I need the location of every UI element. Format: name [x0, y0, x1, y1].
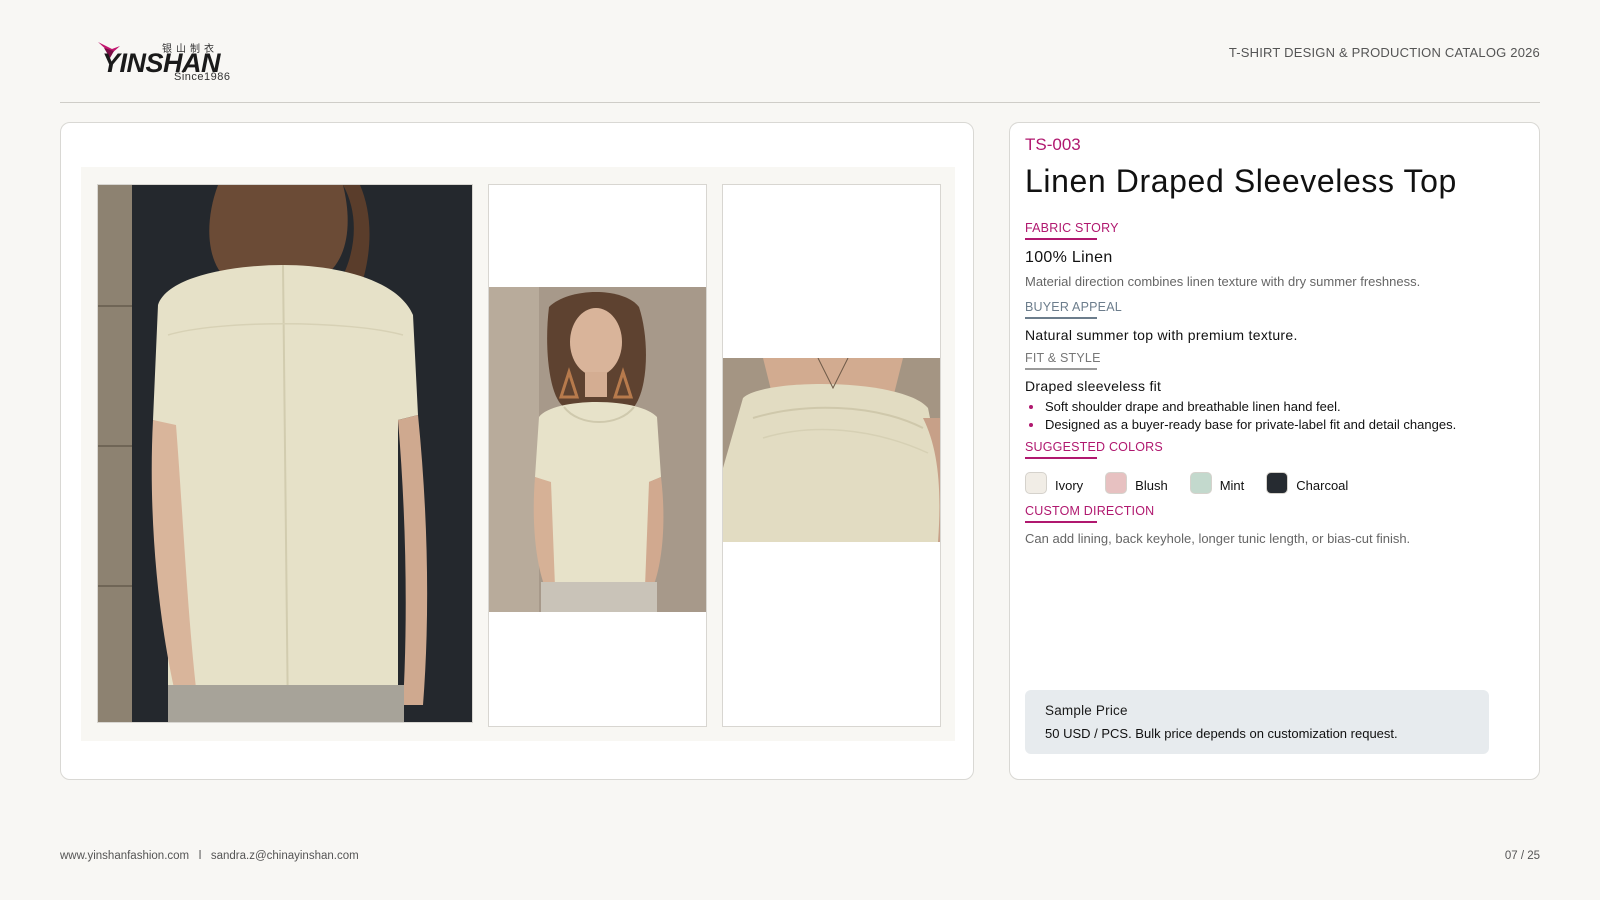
buyer-appeal-label: BUYER APPEAL	[1025, 300, 1122, 319]
fit-style-bullets: Soft shoulder drape and breathable linen…	[1025, 398, 1456, 433]
fabric-description: Material direction combines linen textur…	[1025, 274, 1421, 289]
photo-back-view[interactable]	[97, 184, 473, 723]
swatch-charcoal[interactable]: Charcoal	[1266, 472, 1348, 494]
footer-contact[interactable]: www.yinshanfashion.com l sandra.z@chinay…	[60, 850, 359, 862]
list-item: Designed as a buyer-ready base for priva…	[1025, 416, 1456, 434]
price-label: Sample Price	[1045, 703, 1128, 718]
buyer-appeal-text: Natural summer top with premium texture.	[1025, 327, 1298, 343]
price-text: 50 USD / PCS. Bulk price depends on cust…	[1045, 726, 1398, 741]
photo-shoulder-detail[interactable]	[722, 184, 941, 727]
header-divider	[60, 102, 1540, 103]
fabric-story-label: FABRIC STORY	[1025, 221, 1119, 240]
swatch-label: Mint	[1219, 477, 1245, 493]
front-view-illustration	[489, 287, 706, 612]
custom-direction-label: CUSTOM DIRECTION	[1025, 504, 1154, 523]
color-chip	[1105, 472, 1128, 494]
color-swatches: Ivory Blush Mint Charcoal	[1025, 472, 1370, 494]
detail-view-illustration	[723, 358, 940, 542]
catalog-title: T-SHIRT DESIGN & PRODUCTION CATALOG 2026	[1228, 45, 1540, 60]
color-chip	[1266, 472, 1289, 494]
page-number: 07 / 25	[1504, 850, 1540, 862]
product-title: Linen Draped Sleeveless Top	[1025, 163, 1457, 199]
product-code: TS-003	[1025, 135, 1081, 154]
swatch-label: Charcoal	[1296, 477, 1349, 493]
swatch-ivory[interactable]: Ivory	[1025, 472, 1083, 494]
sample-price-box: Sample Price 50 USD / PCS. Bulk price de…	[1025, 690, 1489, 754]
fit-style-main: Draped sleeveless fit	[1025, 378, 1162, 394]
custom-direction-text: Can add lining, back keyhole, longer tun…	[1025, 531, 1411, 546]
brand-logo: 银山制衣 YINSHAN Since1986	[98, 38, 238, 86]
product-gallery-panel	[60, 122, 974, 780]
color-chip	[1025, 472, 1047, 494]
back-view-illustration	[98, 185, 472, 722]
swatch-label: Ivory	[1055, 477, 1084, 493]
gallery-background	[81, 167, 955, 741]
product-details-panel: TS-003 Linen Draped Sleeveless Top FABRI…	[1009, 122, 1540, 780]
swatch-blush[interactable]: Blush	[1105, 472, 1168, 494]
photo-front-view[interactable]	[488, 184, 707, 727]
fit-style-label: FIT & STYLE	[1025, 351, 1101, 370]
swatch-label: Blush	[1135, 477, 1168, 493]
suggested-colors-label: SUGGESTED COLORS	[1025, 440, 1163, 459]
footer-contact-text: www.yinshanfashion.com l sandra.z@chinay…	[60, 850, 359, 862]
fabric-composition: 100% Linen	[1025, 249, 1113, 266]
swatch-mint[interactable]: Mint	[1189, 472, 1245, 494]
color-chip	[1189, 472, 1212, 494]
list-item: Soft shoulder drape and breathable linen…	[1025, 398, 1456, 416]
brand-since: Since1986	[174, 71, 231, 83]
